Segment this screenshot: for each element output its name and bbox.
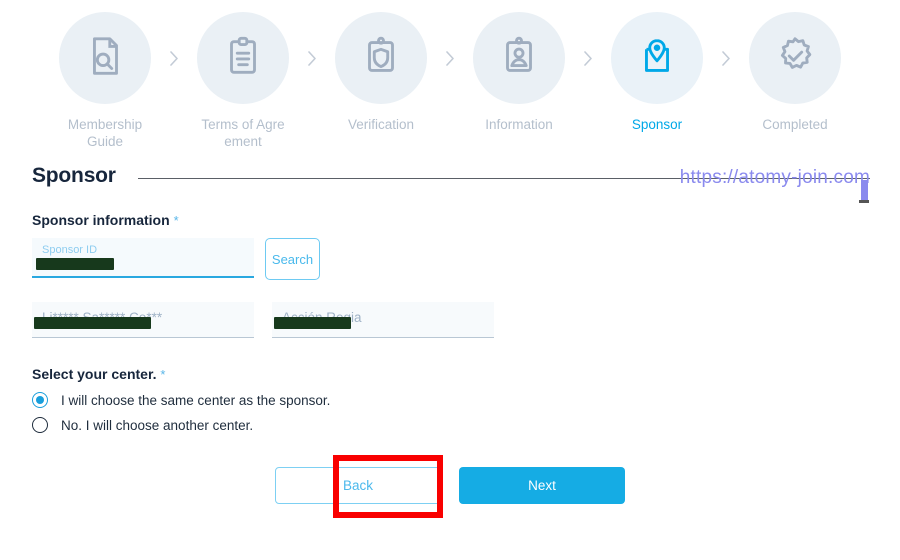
sponsor-id-label: Sponsor ID (42, 244, 98, 256)
step-label: Information (485, 117, 553, 132)
step-sponsor[interactable]: Sponsor (599, 12, 715, 133)
center-option-another[interactable]: No. I will choose another center. (32, 417, 868, 433)
center-option-label: No. I will choose another center. (61, 417, 254, 433)
step-label: Membership Guide (67, 117, 143, 149)
sponsor-center-field: Acción Regia (272, 302, 494, 338)
required-asterisk: * (160, 367, 166, 382)
step-circle-active (611, 12, 703, 104)
required-asterisk: * (173, 213, 179, 228)
section-header: Sponsor https://atomy-join.com (32, 164, 870, 188)
step-circle (197, 12, 289, 104)
step-label: Completed (762, 117, 828, 132)
sponsor-information-text: Sponsor information (32, 212, 170, 228)
redaction-bar (36, 258, 114, 270)
step-circle (749, 12, 841, 104)
select-center-label: Select your center. * (32, 366, 868, 382)
divider-end-mark (859, 200, 869, 203)
chevron-right-icon (577, 12, 599, 104)
sponsor-form: Sponsor information * Sponsor ID Search … (32, 212, 868, 518)
page-title: Sponsor (32, 164, 116, 187)
step-verification[interactable]: Verification (323, 12, 439, 133)
step-label: Verification (347, 117, 415, 132)
next-button[interactable]: Next (459, 467, 625, 504)
document-search-icon (82, 33, 128, 84)
form-footer: Back Next (32, 455, 868, 518)
clipboard-shield-icon (358, 33, 404, 84)
sponsor-details-row: Li***** Sa***** Co*** Acción Regia (32, 302, 868, 338)
chevron-right-icon (439, 12, 461, 104)
sponsor-id-input[interactable]: Sponsor ID (32, 238, 254, 278)
back-button[interactable]: Back (275, 467, 441, 504)
step-label: Terms of Agre ement (201, 117, 285, 149)
watermark-underline-mark (861, 180, 868, 200)
site-watermark: https://atomy-join.com (679, 167, 870, 188)
center-option-label: I will choose the same center as the spo… (61, 392, 331, 408)
sponsor-information-label: Sponsor information * (32, 212, 868, 228)
redaction-bar (274, 317, 351, 329)
search-button[interactable]: Search (265, 238, 320, 280)
clipboard-list-icon (220, 33, 266, 84)
radio-button-selected[interactable] (32, 392, 48, 408)
chevron-right-icon (163, 12, 185, 104)
chevron-right-icon (715, 12, 737, 104)
step-terms-of-agreement[interactable]: Terms of Agre ement (185, 12, 301, 150)
step-circle (473, 12, 565, 104)
chevron-right-icon (301, 12, 323, 104)
step-information[interactable]: Information (461, 12, 577, 133)
step-membership-guide[interactable]: Membership Guide (47, 12, 163, 150)
step-completed[interactable]: Completed (737, 12, 853, 133)
center-option-same[interactable]: I will choose the same center as the spo… (32, 392, 868, 408)
progress-stepper: Membership Guide Terms of Agre ement Ver… (0, 0, 900, 150)
step-circle (335, 12, 427, 104)
rosette-check-icon (772, 33, 818, 84)
step-label-active: Sponsor (631, 117, 683, 132)
redaction-bar (34, 317, 151, 329)
id-badge-icon (496, 33, 542, 84)
sponsor-name-field: Li***** Sa***** Co*** (32, 302, 254, 338)
radio-button[interactable] (32, 417, 48, 433)
sponsor-id-row: Sponsor ID Search (32, 238, 868, 280)
select-center-text: Select your center. (32, 366, 157, 382)
step-circle (59, 12, 151, 104)
map-pin-icon (634, 33, 680, 84)
